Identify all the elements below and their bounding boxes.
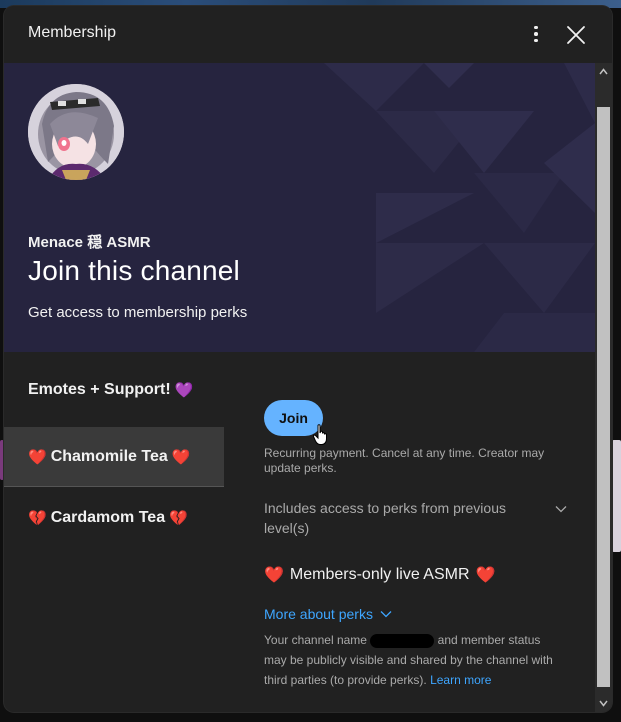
perk-label: Members-only live ASMR xyxy=(289,566,470,583)
dialog-scrollbar[interactable] xyxy=(595,63,612,712)
broken-heart-icon: 💔 xyxy=(169,510,188,527)
disclaimer-text-start: Your channel name xyxy=(264,633,367,647)
scroll-up-button[interactable] xyxy=(595,63,612,80)
red-heart-icon: ❤️ xyxy=(171,448,191,466)
membership-dialog: Membership Menace 穏 ASMR Join this chann… xyxy=(4,6,612,712)
chevron-down-icon[interactable] xyxy=(554,502,568,516)
recurring-payment-note: Recurring payment. Cancel at any time. C… xyxy=(264,446,545,475)
tier-label: Emotes + Support! xyxy=(28,381,171,398)
vertical-dots-icon xyxy=(534,25,538,30)
channel-name: Menace 穏 ASMR xyxy=(28,234,151,251)
close-button[interactable] xyxy=(564,23,588,47)
includes-previous-perks-toggle[interactable]: Includes access to perks from previous l… xyxy=(264,498,524,538)
chevron-down-icon xyxy=(380,611,392,618)
red-heart-icon: ❤️ xyxy=(264,567,284,584)
anime-character-avatar-image xyxy=(28,84,124,180)
background-thumbnail xyxy=(612,440,621,552)
membership-tier-list: Emotes + Support! 💜 ❤️ Chamomile Tea ❤️ … xyxy=(4,352,224,712)
more-perks-label: More about perks xyxy=(264,606,373,622)
scrollbar-thumb[interactable] xyxy=(597,107,610,687)
more-options-button[interactable] xyxy=(526,22,546,46)
learn-more-link[interactable]: Learn more xyxy=(430,673,491,687)
triangle-up-icon xyxy=(599,68,608,75)
channel-hero-banner: Menace 穏 ASMR Join this channel Get acce… xyxy=(4,63,595,352)
join-subheading: Get access to membership perks xyxy=(28,304,248,321)
background-page-right-edge xyxy=(611,8,621,722)
purple-heart-icon: 💜 xyxy=(174,382,194,399)
more-about-perks-link[interactable]: More about perks xyxy=(264,606,393,622)
join-heading: Join this channel xyxy=(28,255,240,286)
redacted-channel-name xyxy=(370,633,435,648)
dialog-header: Membership xyxy=(4,6,612,63)
tier-chamomile-tea[interactable]: ❤️ Chamomile Tea ❤️ xyxy=(4,427,224,487)
tier-label: Cardamom Tea xyxy=(50,509,166,526)
triangle-down-icon xyxy=(599,700,608,707)
dialog-title: Membership xyxy=(28,24,117,41)
tier-label: Chamomile Tea xyxy=(50,447,168,465)
dialog-content: Menace 穏 ASMR Join this channel Get acce… xyxy=(4,63,612,712)
scroll-down-button[interactable] xyxy=(595,695,612,712)
red-heart-icon: ❤️ xyxy=(28,448,47,466)
privacy-disclaimer: Your channel name and member status may … xyxy=(264,630,564,690)
broken-heart-icon: 💔 xyxy=(28,510,47,527)
close-x-icon xyxy=(567,26,585,44)
tier-details: Join Recurring payment. Cancel at any ti… xyxy=(264,352,584,712)
perk-item: ❤️ Members-only live ASMR ❤️ xyxy=(264,565,495,585)
tier-cardamom-tea[interactable]: 💔 Cardamom Tea 💔 xyxy=(4,488,224,548)
tier-emotes-support[interactable]: Emotes + Support! 💜 xyxy=(4,360,224,420)
channel-avatar xyxy=(28,84,124,180)
hand-cursor-icon xyxy=(312,424,327,445)
red-heart-icon: ❤️ xyxy=(475,567,496,584)
